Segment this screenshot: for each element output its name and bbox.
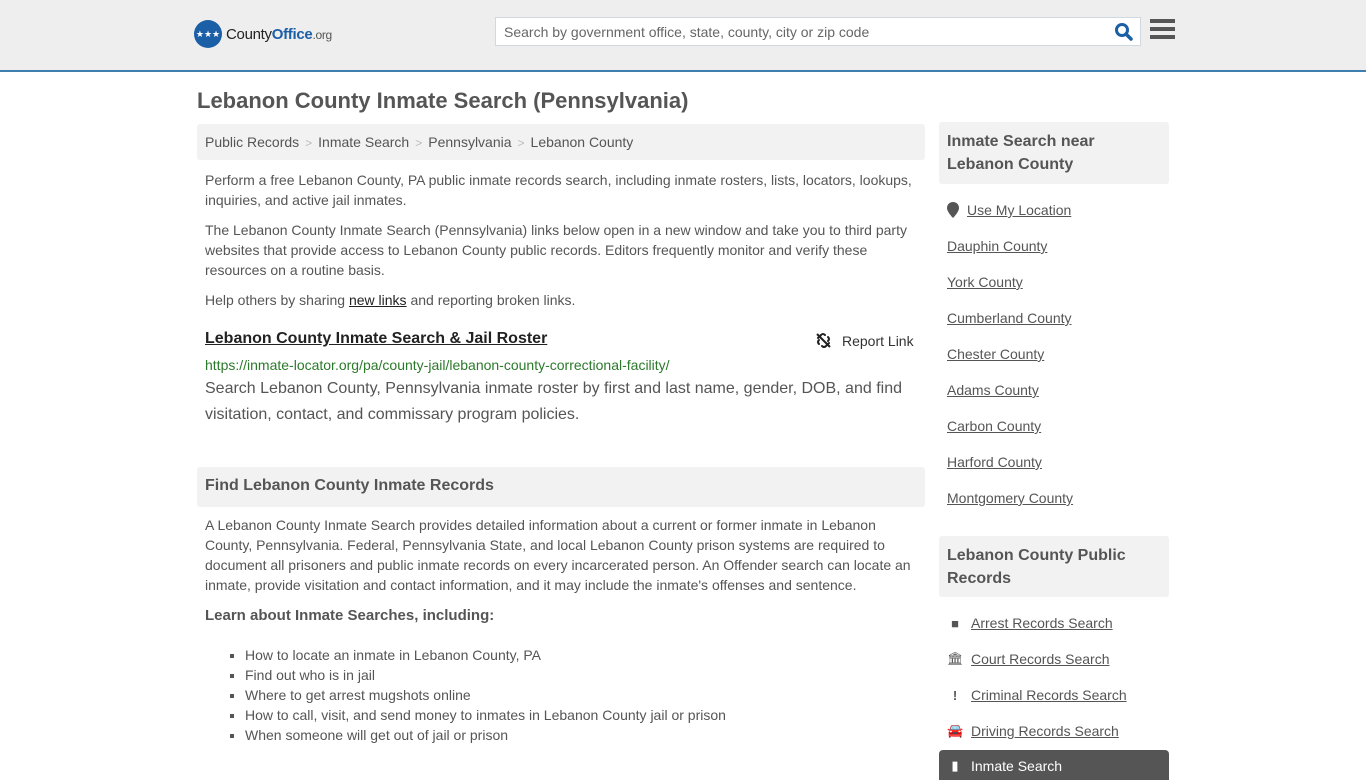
find-records-heading: Find Lebanon County Inmate Records [197,467,925,507]
breadcrumb-separator: > [305,136,313,150]
new-links-link[interactable]: new links [349,292,407,308]
report-link-label: Report Link [842,332,914,349]
report-link-button[interactable]: Report Link [815,332,914,349]
search-input[interactable] [496,18,1096,45]
logo-text-office: Office [271,25,313,43]
list-item: How to call, visit, and send money to in… [245,705,726,725]
eagle-logo-icon: ★★★ [194,20,222,48]
nearby-county-link[interactable]: Montgomery County [947,490,1073,506]
site-logo[interactable]: ★★★ CountyOffice.org [194,20,332,48]
nearby-county-link[interactable]: Dauphin County [947,238,1047,254]
search-icon[interactable] [1114,22,1134,42]
broken-link-icon [816,333,831,348]
breadcrumb-current: Lebanon County [530,134,634,150]
intro-paragraph-2: The Lebanon County Inmate Search (Pennsy… [205,222,907,278]
list-item: When someone will get out of jail or pri… [245,725,726,745]
hamburger-menu-icon[interactable] [1150,19,1175,41]
intro-paragraph-3: Help others by sharing new links and rep… [205,292,576,308]
exclamation-icon: ! [952,687,958,703]
nearby-county-link[interactable]: Adams County [947,382,1039,398]
jail-door-icon: ▮ [951,758,959,773]
learn-heading: Learn about Inmate Searches, including: [205,607,495,624]
arrest-icon: ■ [951,615,959,631]
sidebar-item-criminal-records[interactable]: ! Criminal Records Search [947,687,1127,703]
sidebar-item-court-records[interactable]: 🏛 Court Records Search [947,651,1110,667]
page-title: Lebanon County Inmate Search (Pennsylvan… [197,88,689,113]
sidebar-item-arrest-records[interactable]: ■ Arrest Records Search [947,615,1113,631]
search-box [495,17,1141,46]
nearby-county-link[interactable]: Cumberland County [947,310,1072,326]
breadcrumb-public-records[interactable]: Public Records [205,134,299,150]
list-item: How to locate an inmate in Lebanon Count… [245,645,726,665]
nearby-county-link[interactable]: Harford County [947,454,1042,470]
courthouse-icon: 🏛 [947,651,964,666]
breadcrumb-separator: > [517,136,525,150]
logo-text-org: .org [312,27,332,42]
sidebar-item-inmate-search-active[interactable]: ▮ Inmate Search [939,750,1169,780]
logo-text-county: County [226,25,272,43]
map-marker-icon [947,202,959,218]
learn-list: How to locate an inmate in Lebanon Count… [245,645,726,745]
use-my-location[interactable]: Use My Location [947,202,1071,218]
find-records-body: A Lebanon County Inmate Search provides … [205,517,911,593]
nearby-county-link[interactable]: Chester County [947,346,1044,362]
public-records-heading: Lebanon County Public Records [939,536,1169,597]
breadcrumb: Public Records > Inmate Search > Pennsylvani… [197,124,925,160]
nearby-county-link[interactable]: York County [947,274,1023,290]
list-item: Where to get arrest mugshots online [245,685,726,705]
sidebar-item-driving-records[interactable]: 🚘 Driving Records Search [947,723,1119,739]
result-description: Search Lebanon County, Pennsylvania inma… [205,380,902,423]
intro-paragraph-1: Perform a free Lebanon County, PA public… [205,172,912,208]
nearby-county-link[interactable]: Carbon County [947,418,1041,434]
breadcrumb-pennsylvania[interactable]: Pennsylvania [428,134,511,150]
site-header: ★★★ CountyOffice.org [0,0,1366,72]
result-url: https://inmate-locator.org/pa/county-jai… [205,357,670,373]
result-title-link[interactable]: Lebanon County Inmate Search & Jail Rost… [205,330,547,348]
use-my-location-link[interactable]: Use My Location [967,202,1071,218]
breadcrumb-separator: > [415,136,423,150]
car-icon: 🚘 [947,723,964,738]
breadcrumb-inmate-search[interactable]: Inmate Search [318,134,409,150]
list-item: Find out who is in jail [245,665,726,685]
nearby-heading: Inmate Search near Lebanon County [939,122,1169,184]
